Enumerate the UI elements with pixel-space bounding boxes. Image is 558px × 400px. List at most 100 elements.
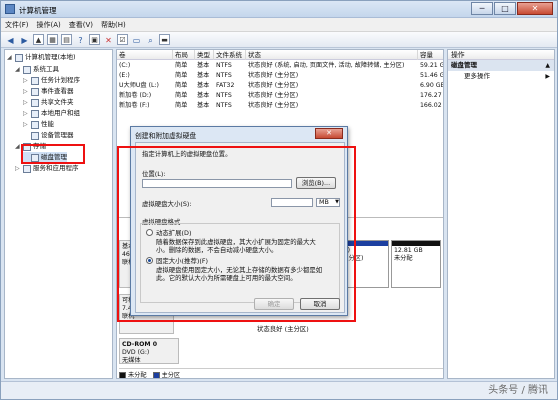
unallocated-status: 未分配 (394, 255, 413, 262)
tree-item-system-tools[interactable]: ◢ 系统工具 (15, 64, 59, 75)
tree-item-label: 计算机管理(本地) (25, 53, 76, 61)
location-input[interactable] (142, 179, 292, 188)
disk-legend: 未分配 主分区 (119, 368, 443, 379)
table-row[interactable]: (C:) 简单 基本 NTFS 状态良好 (系统, 启动, 页面文件, 活动, … (117, 61, 443, 71)
dropdown-arrow-icon: ▼ (335, 199, 339, 205)
expand-icon[interactable]: ◢ (7, 52, 13, 63)
tree-item-performance[interactable]: ▷ 性能 (23, 119, 54, 130)
tree-item-shared-folders[interactable]: ▷ 共享文件夹 (23, 97, 74, 108)
column-status[interactable]: 状态 (246, 50, 418, 60)
tree-item-event-viewer[interactable]: ▷ 事件查看器 (23, 86, 74, 97)
up-folder-icon[interactable]: ▲ (33, 34, 44, 45)
disk1-partition-status: 状态良好 (主分区) (257, 325, 309, 333)
properties-icon[interactable]: ▤ (61, 34, 72, 45)
forward-arrow-icon[interactable]: ▶ (19, 34, 30, 45)
back-arrow-icon[interactable]: ◀ (5, 34, 16, 45)
minimize-button[interactable]: ─ (471, 2, 493, 15)
cell-capacity: 6.90 GE (420, 82, 444, 89)
column-capacity[interactable]: 容量 (418, 50, 443, 60)
cell-status: 状态良好 (系统, 启动, 页面文件, 活动, 故障转储, 主分区) (248, 62, 405, 69)
console-tree-icon[interactable]: ▦ (47, 34, 58, 45)
delete-icon[interactable]: ✕ (103, 34, 114, 45)
tree-item-label: 存储 (33, 142, 46, 150)
expand-icon[interactable]: ▷ (23, 108, 29, 119)
table-row[interactable]: U大师U盘 (L:) 简单 基本 FAT32 状态良好 (主分区) 6.90 G… (117, 81, 443, 91)
menu-file[interactable]: 文件(F) (1, 18, 33, 31)
more-actions-item[interactable]: 更多操作 ▶ (448, 71, 554, 82)
expand-icon[interactable]: ◢ (15, 141, 21, 152)
expand-icon[interactable]: ▷ (23, 86, 29, 97)
table-row[interactable]: 新加卷 (F:) 简单 基本 NTFS 状态良好 (主分区) 166.02 (117, 101, 443, 111)
browse-button[interactable]: 浏览(B)... (296, 177, 336, 189)
menu-view[interactable]: 查看(V) (65, 18, 97, 31)
title-bar: 计算机管理 ─ □ ✕ (1, 1, 557, 18)
actions-header: 操作 (448, 50, 554, 60)
menu-action[interactable]: 操作(A) (33, 18, 65, 31)
cell-volume: (C:) (119, 62, 131, 69)
cell-volume: 新加卷 (F:) (119, 102, 150, 109)
column-filesystem[interactable]: 文件系统 (214, 50, 246, 60)
tree-item-services[interactable]: ▷ 服务和应用程序 (15, 163, 79, 174)
tree-item-local-users[interactable]: ▷ 本地用户和组 (23, 108, 80, 119)
column-layout[interactable]: 布局 (173, 50, 195, 60)
dynamic-label[interactable]: 动态扩展(D) (156, 228, 191, 237)
tree-item-storage[interactable]: ◢ 存储 (15, 141, 46, 152)
legend-label: 未分配 (128, 372, 147, 379)
actions-section-disk-management[interactable]: 磁盘管理 ▲ (448, 60, 554, 71)
table-row[interactable]: (E:) 简单 基本 NTFS 状态良好 (主分区) 51.46 G (117, 71, 443, 81)
unallocated-bar (392, 241, 440, 246)
event-icon (31, 87, 39, 96)
fixed-radio[interactable] (146, 257, 153, 264)
fixed-label[interactable]: 固定大小(推荐)(F) (156, 256, 208, 265)
list-view-icon[interactable]: ▣ (89, 34, 100, 45)
cell-status: 状态良好 (主分区) (248, 72, 299, 79)
tree-item-task-scheduler[interactable]: ▷ 任务计划程序 (23, 75, 80, 86)
expand-icon[interactable]: ▷ (23, 119, 29, 130)
dynamic-radio[interactable] (146, 229, 153, 236)
dialog-title: 创建和附加虚拟硬盘 (135, 132, 197, 140)
tree-item-disk-management[interactable]: 磁盘管理 (23, 152, 67, 163)
cell-capacity: 51.46 G (420, 72, 444, 79)
menu-help[interactable]: 帮助(H) (97, 18, 130, 31)
actions-section-label: 磁盘管理 (451, 61, 477, 69)
collapse-arrow-icon[interactable]: ▲ (545, 60, 550, 71)
check-disk-icon[interactable]: ☑ (117, 34, 128, 45)
expand-icon[interactable]: ▷ (15, 163, 21, 174)
status-bar (1, 381, 557, 399)
create-vhd-dialog: 创建和附加虚拟硬盘 ✕ 指定计算机上的虚拟硬盘位置。 位置(L): 浏览(B).… (130, 126, 348, 316)
dialog-close-button[interactable]: ✕ (315, 128, 343, 139)
unallocated-swatch (119, 371, 126, 378)
cell-filesystem: FAT32 (216, 82, 235, 89)
folder-icon (31, 98, 39, 107)
open-folder-icon[interactable]: ▭ (131, 34, 142, 45)
cell-volume: (E:) (119, 72, 130, 79)
cdrom-label[interactable]: CD-ROM 0 DVD (G:) 无媒体 (119, 338, 179, 364)
fixed-description-2: 此。它的默认大小为所需硬盘上可用的最大空间。 (156, 274, 297, 282)
cancel-button[interactable]: 取消 (300, 298, 340, 310)
ok-button[interactable]: 确定 (254, 298, 294, 310)
tree-item-local[interactable]: ◢ 计算机管理(本地) (7, 52, 76, 63)
search-icon[interactable]: ⌕ (145, 34, 156, 45)
tools-icon (23, 65, 31, 74)
unallocated-space[interactable]: 12.81 GB 未分配 (391, 240, 441, 288)
unit-value: MB (319, 198, 329, 206)
disk-icon[interactable]: ▬ (159, 34, 170, 45)
column-type[interactable]: 类型 (195, 50, 214, 60)
cell-type: 基本 (197, 72, 210, 79)
table-row[interactable]: 新加卷 (D:) 简单 基本 NTFS 状态良好 (主分区) 176.27 (117, 91, 443, 101)
expand-icon[interactable]: ▷ (23, 97, 29, 108)
users-icon (31, 109, 39, 118)
clock-icon (31, 76, 39, 85)
menu-bar: 文件(F) 操作(A) 查看(V) 帮助(H) (1, 18, 557, 32)
cell-type: 基本 (197, 82, 210, 89)
help-icon[interactable]: ? (75, 34, 86, 45)
size-input[interactable] (271, 198, 313, 207)
expand-icon[interactable]: ▷ (23, 75, 29, 86)
maximize-button[interactable]: □ (494, 2, 516, 15)
cell-volume: U大师U盘 (L:) (119, 82, 159, 89)
column-volume[interactable]: 卷 (117, 50, 173, 60)
unit-select[interactable]: MB ▼ (316, 198, 340, 207)
tree-item-device-manager[interactable]: 设备管理器 (23, 130, 74, 141)
expand-icon[interactable]: ◢ (15, 64, 21, 75)
close-button[interactable]: ✕ (517, 2, 553, 15)
